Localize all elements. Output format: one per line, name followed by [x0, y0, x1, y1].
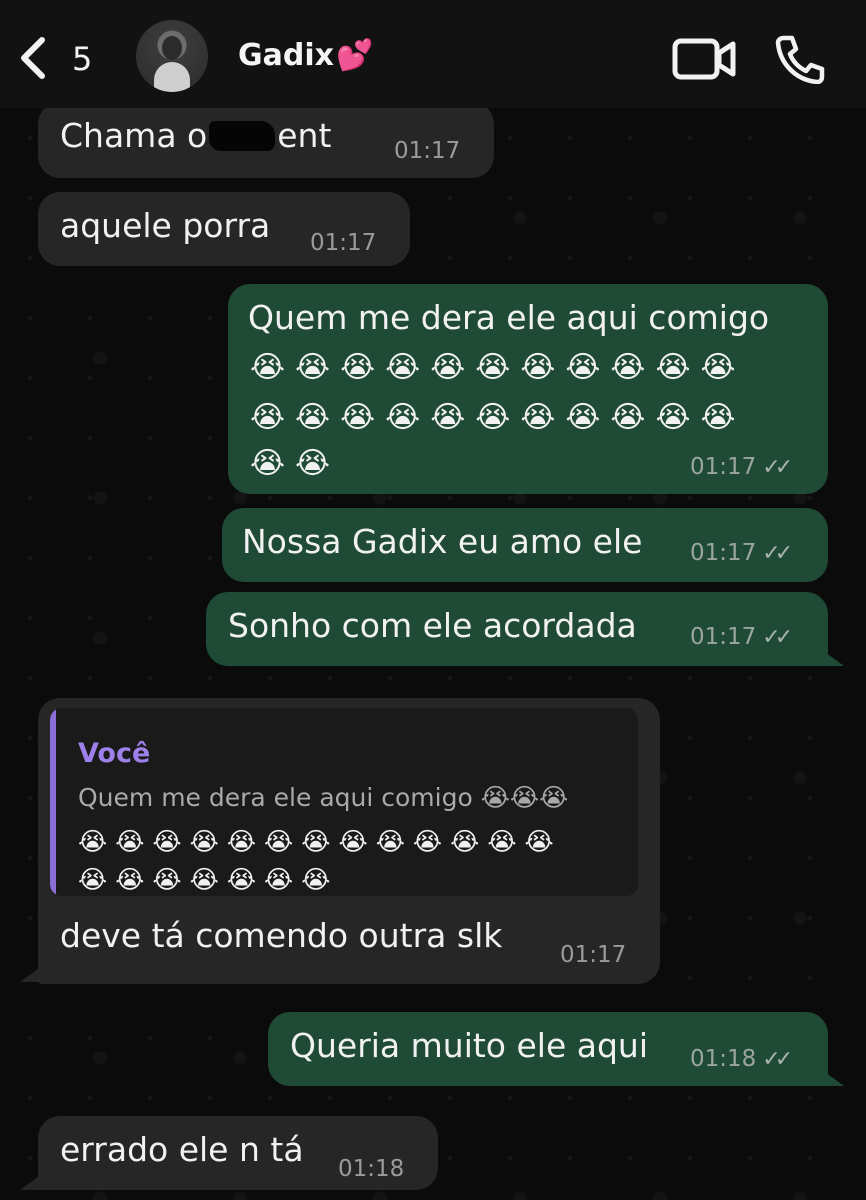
- double-check-icon: ✓✓: [762, 541, 793, 566]
- message-time: 01:17: [690, 540, 757, 566]
- message-text: Queria muito ele aqui: [290, 1026, 649, 1065]
- message-meta: 01:17 ✓✓: [690, 454, 793, 481]
- message-outgoing[interactable]: Quem me dera ele aqui comigo 😭😭😭😭😭😭😭😭😭😭😭…: [228, 284, 828, 494]
- message-meta: 01:17 ✓✓: [690, 540, 793, 567]
- message-incoming[interactable]: aquele porra 01:17: [38, 192, 410, 266]
- message-outgoing[interactable]: Queria muito ele aqui 01:18 ✓✓: [268, 1012, 828, 1086]
- chat-header: 5 Gadix💕: [0, 0, 866, 108]
- bubble-tail: [20, 966, 42, 982]
- message-meta: 01:17 ✓✓: [690, 624, 793, 651]
- avatar[interactable]: [136, 20, 208, 92]
- message-text: Sonho com ele acordada: [228, 606, 637, 645]
- quoted-message[interactable]: Você Quem me dera ele aqui comigo 😭😭😭 😭😭…: [50, 708, 638, 896]
- message-outgoing[interactable]: Nossa Gadix eu amo ele 01:17 ✓✓: [222, 508, 828, 582]
- avatar-figure-body: [154, 62, 190, 92]
- video-camera-icon: [672, 38, 736, 80]
- message-incoming[interactable]: errado ele n tá 01:18: [38, 1116, 438, 1190]
- message-time: 01:17: [310, 230, 377, 256]
- double-check-icon: ✓✓: [762, 1047, 793, 1072]
- phone-icon: [775, 35, 825, 85]
- quote-text: Quem me dera ele aqui comigo 😭😭😭: [78, 783, 569, 812]
- double-check-icon: ✓✓: [762, 455, 793, 480]
- message-text: errado ele n tá: [60, 1130, 304, 1169]
- emoji-line: 😭😭: [250, 446, 341, 481]
- quote-emoji-line: 😭😭😭😭😭😭😭: [78, 865, 339, 894]
- message-time: 01:18: [690, 1046, 757, 1072]
- message-time: 01:18: [338, 1156, 405, 1182]
- bubble-tail: [20, 1174, 42, 1190]
- message-text: Quem me dera ele aqui comigo: [248, 298, 770, 337]
- chat-area[interactable]: Chama o ent 01:17 aquele porra 01:17 Quem…: [0, 108, 866, 1200]
- message-time: 01:17: [394, 138, 461, 164]
- message-time: 01:17: [690, 454, 757, 480]
- message-incoming[interactable]: Chama o ent 01:17: [38, 108, 494, 178]
- voice-call-button[interactable]: [774, 34, 826, 85]
- message-time: 01:17: [690, 624, 757, 650]
- message-text: aquele porra: [60, 206, 271, 245]
- bubble-tail: [822, 650, 844, 666]
- contact-name-text: Gadix: [238, 38, 334, 73]
- bubble-tail: [822, 1070, 844, 1086]
- message-incoming-reply[interactable]: Você Quem me dera ele aqui comigo 😭😭😭 😭😭…: [38, 698, 660, 984]
- message-text: Nossa Gadix eu amo ele: [242, 522, 643, 561]
- avatar-figure-head: [162, 36, 182, 60]
- message-outgoing[interactable]: Sonho com ele acordada 01:17 ✓✓: [206, 592, 828, 666]
- unread-count: 5: [72, 40, 93, 78]
- message-text-end: ent: [277, 116, 332, 155]
- message-time: 01:17: [560, 942, 627, 968]
- quote-author: Você: [78, 738, 151, 769]
- emoji-line: 😭😭😭😭😭😭😭😭😭😭😭: [250, 350, 746, 385]
- contact-name[interactable]: Gadix💕: [238, 38, 373, 73]
- redaction-scribble: [209, 121, 276, 151]
- message-meta: 01:18 ✓✓: [690, 1046, 793, 1073]
- chevron-left-icon: [21, 37, 45, 79]
- double-check-icon: ✓✓: [762, 625, 793, 650]
- back-button[interactable]: 5: [14, 30, 104, 86]
- message-text: Chama o ent: [60, 114, 331, 158]
- emoji-line: 😭😭😭😭😭😭😭😭😭😭😭: [250, 400, 746, 435]
- message-text: deve tá comendo outra slk: [60, 916, 503, 955]
- video-call-button[interactable]: [672, 38, 736, 80]
- heart-emoji: 💕: [335, 38, 374, 73]
- message-text-start: Chama o: [60, 116, 208, 155]
- quote-accent-bar: [50, 708, 56, 896]
